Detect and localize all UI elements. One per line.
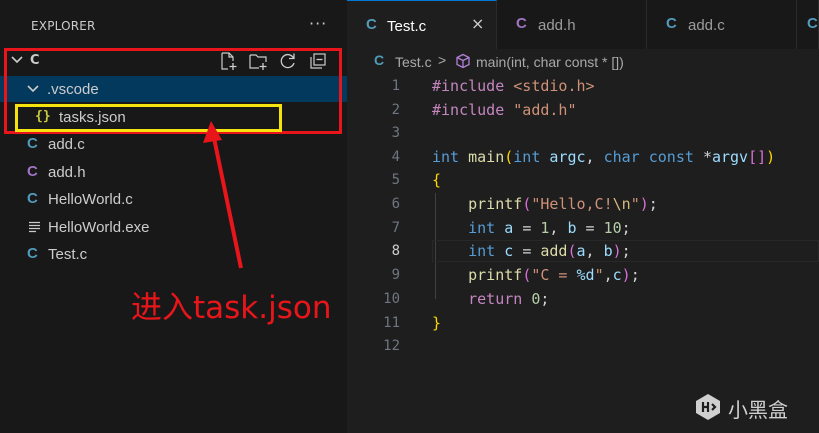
line-number: 11 <box>383 315 400 331</box>
breadcrumb-file[interactable]: Test.c <box>395 54 432 70</box>
code-line: 7 int a = 1, b = 10; <box>347 217 819 241</box>
line-number: 10 <box>383 291 400 307</box>
code-line-current: 8 int c = add(a, b); <box>347 240 819 264</box>
explorer-sidebar: EXPLORER ··· C .vscode {} tasks.json C a… <box>0 0 347 433</box>
line-number: 12 <box>383 338 400 354</box>
code-line: 11 } <box>347 312 819 336</box>
close-icon[interactable]: × <box>471 14 484 33</box>
tab-add-h[interactable]: C add.h <box>497 0 647 49</box>
code-line: 9 printf("C = %d",c); <box>347 264 819 288</box>
tab-label: Test.c <box>387 18 427 35</box>
code-line: 5 { <box>347 169 819 193</box>
line-number: 4 <box>391 149 400 165</box>
line-number: 3 <box>391 125 400 141</box>
editor-tab-bar: C Test.c × C add.h C add.c C <box>347 0 819 49</box>
c-file-icon: C <box>666 15 677 32</box>
tab-label: add.h <box>538 17 576 34</box>
c-file-icon: C <box>366 16 377 33</box>
c-file-icon: C <box>807 15 818 32</box>
line-number: 6 <box>391 196 400 212</box>
annotation-text: 进入task.json <box>131 290 332 326</box>
code-line: 6 printf("Hello,C!\n"); <box>347 193 819 217</box>
tab-overflow[interactable]: C <box>797 0 819 49</box>
h-file-icon: C <box>516 15 527 32</box>
chevron-right-icon: > <box>438 52 447 68</box>
watermark-text: 小黑盒 <box>728 398 788 422</box>
tab-add-c[interactable]: C add.c <box>647 0 797 49</box>
line-number: 1 <box>391 78 400 94</box>
line-number: 5 <box>391 172 400 188</box>
line-number: 7 <box>391 220 400 236</box>
code-line: 4 int main(int argc, char const *argv[]) <box>347 146 819 170</box>
code-line: 3 <box>347 122 819 146</box>
line-number: 8 <box>391 243 400 259</box>
code-editor[interactable]: 1 #include <stdio.h> 2 #include "add.h" … <box>347 75 819 433</box>
code-line: 10 return 0; <box>347 288 819 312</box>
breadcrumb-symbol[interactable]: main(int, char const * []) <box>476 54 624 70</box>
tab-label: add.c <box>688 17 725 34</box>
code-line: 1 #include <stdio.h> <box>347 75 819 99</box>
code-line: 12 <box>347 335 819 359</box>
method-symbol-icon <box>456 53 470 69</box>
c-file-icon: C <box>374 52 385 68</box>
breadcrumb: C Test.c > main(int, char const * []) <box>347 49 819 75</box>
line-number: 2 <box>391 102 400 118</box>
tab-test-c[interactable]: C Test.c × <box>347 0 497 49</box>
code-line: 2 #include "add.h" <box>347 99 819 123</box>
heybox-logo-icon <box>696 394 720 420</box>
annotation-arrow-icon <box>203 121 243 269</box>
line-number: 9 <box>391 267 400 283</box>
